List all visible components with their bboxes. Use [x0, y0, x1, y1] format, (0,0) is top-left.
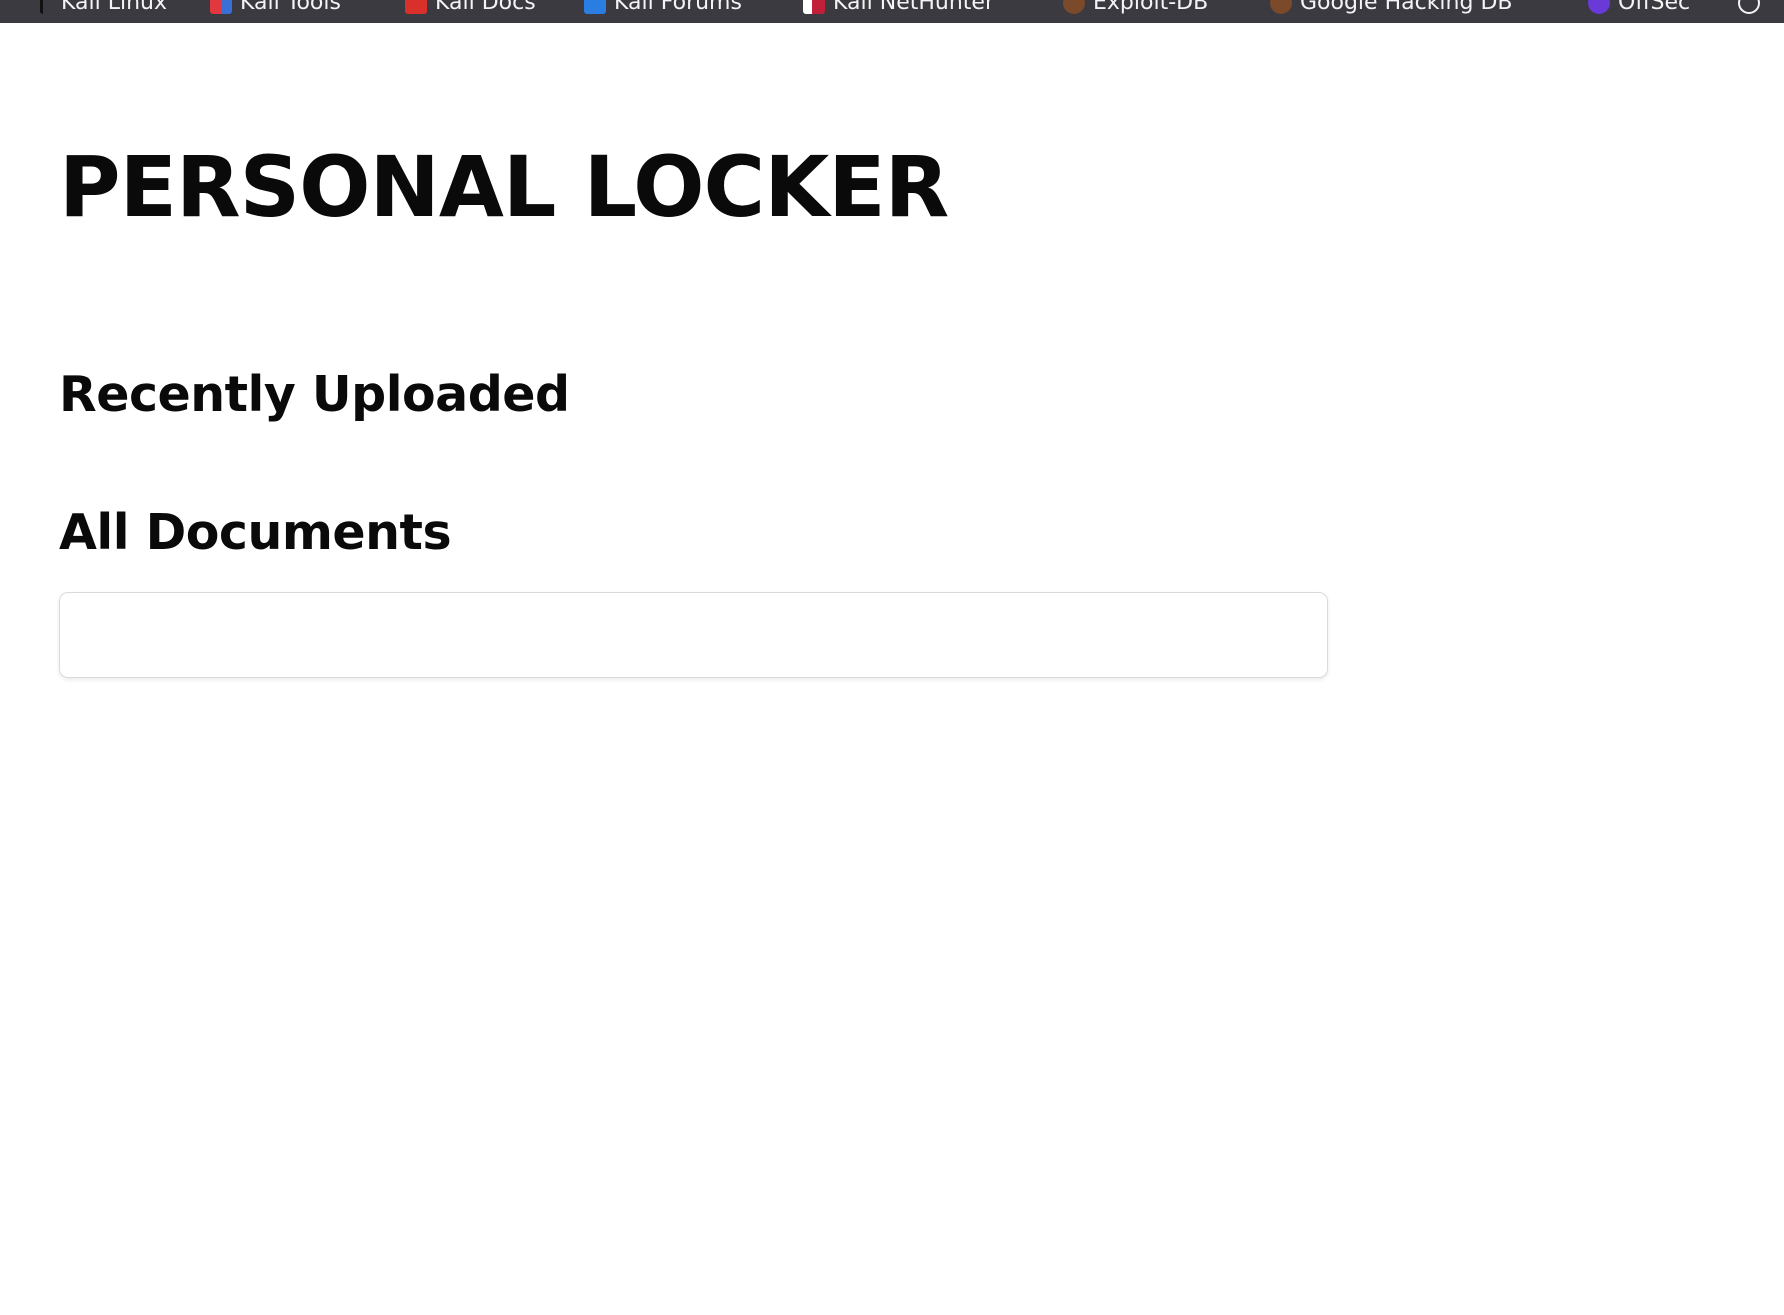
bookmark-label: Google Hacking DB [1300, 0, 1513, 15]
bookmark-kali-forums[interactable]: Kali Forums [584, 0, 742, 15]
bookmark-label: Exploit-DB [1093, 0, 1209, 15]
kali-docs-icon [405, 0, 427, 14]
bookmark-kali-linux[interactable]: Kali Linux [40, 0, 168, 15]
exploit-db-icon [1063, 0, 1085, 14]
offsec-icon [1588, 0, 1610, 14]
all-documents-list [59, 592, 1328, 678]
globe-icon [1738, 0, 1760, 14]
kali-tools-icon [210, 0, 232, 14]
bookmark-kali-tools[interactable]: Kali Tools [210, 0, 341, 15]
bookmark-label: Kali NetHunter [833, 0, 994, 15]
kali-nethunter-icon [803, 0, 825, 14]
bookmark-google-hacking-db[interactable]: Google Hacking DB [1270, 0, 1513, 15]
bookmark-kali-nethunter[interactable]: Kali NetHunter [803, 0, 994, 15]
bookmark-label: Kali Forums [614, 0, 742, 15]
bookmark-offsec[interactable]: OffSec [1588, 0, 1691, 15]
all-documents-heading: All Documents [59, 504, 452, 561]
bookmarks-toolbar: Kali Linux Kali Tools Kali Docs Kali For… [0, 0, 1784, 23]
bookmark-label: Kali Docs [435, 0, 536, 15]
bookmark-label: Kali Tools [240, 0, 341, 15]
bookmark-label: OffSec [1618, 0, 1691, 15]
ghdb-icon [1270, 0, 1292, 14]
bookmark-exploit-db[interactable]: Exploit-DB [1063, 0, 1209, 15]
bookmark-kali-docs[interactable]: Kali Docs [405, 0, 536, 15]
recently-uploaded-heading: Recently Uploaded [59, 366, 570, 423]
bookmark-overflow[interactable] [1738, 0, 1768, 14]
page-title: PERSONAL LOCKER [59, 138, 949, 236]
kali-forums-icon [584, 0, 606, 14]
bookmark-label: Kali Linux [61, 0, 168, 15]
kali-dragon-icon [40, 0, 53, 14]
